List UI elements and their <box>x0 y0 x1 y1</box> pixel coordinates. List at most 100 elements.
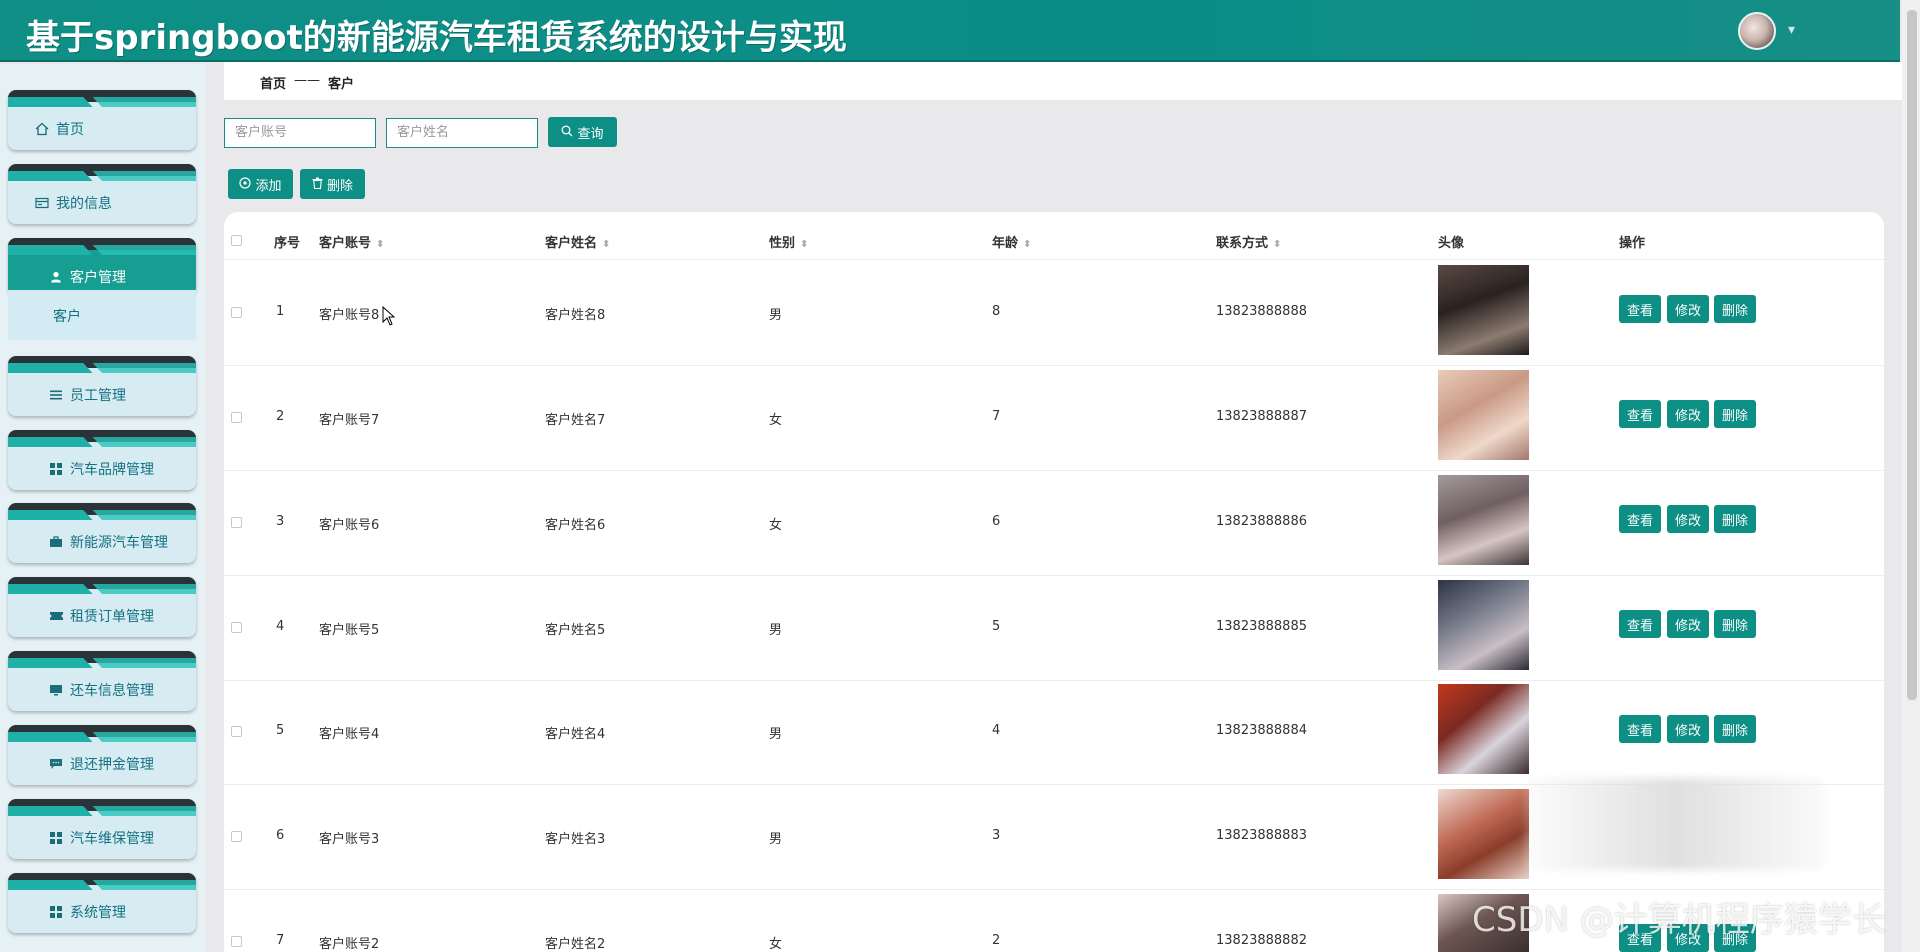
view-button[interactable]: 查看 <box>1619 505 1661 533</box>
query-button[interactable]: 查询 <box>548 117 617 147</box>
header-divider <box>224 259 1884 260</box>
list-icon <box>48 387 64 403</box>
scrollbar-thumb[interactable] <box>1907 10 1917 700</box>
row-account: 客户账号3 <box>319 832 380 847</box>
row-checkbox[interactable] <box>231 307 242 318</box>
sidebar-item-my-info[interactable]: 我的信息 <box>8 164 196 224</box>
top-header: 基于springboot的新能源汽车租赁系统的设计与实现 ▾ <box>0 0 1900 62</box>
row-avatar-image <box>1438 265 1529 355</box>
row-checkbox[interactable] <box>231 831 242 842</box>
select-all-checkbox[interactable] <box>231 235 242 246</box>
sidebar-item-label: 首页 <box>56 122 84 138</box>
row-divider <box>224 889 1884 890</box>
row-checkbox[interactable] <box>231 936 242 947</box>
row-checkbox[interactable] <box>231 517 242 528</box>
row-gender: 女 <box>769 937 783 952</box>
column-header-phone[interactable]: 联系方式 ⬍ <box>1216 232 1281 251</box>
grid-icon <box>48 904 64 920</box>
row-gender: 男 <box>769 727 783 742</box>
row-delete-button[interactable]: 删除 <box>1714 295 1756 323</box>
grid-icon <box>48 830 64 846</box>
row-checkbox[interactable] <box>231 622 242 633</box>
delete-button[interactable]: 删除 <box>300 169 365 199</box>
edit-button[interactable]: 修改 <box>1667 400 1709 428</box>
row-phone: 13823888886 <box>1216 514 1307 529</box>
chevron-down-icon[interactable]: ▾ <box>1788 22 1795 38</box>
add-button[interactable]: 添加 <box>228 169 293 199</box>
sidebar-item-car-maintenance-management[interactable]: 汽车维保管理 <box>8 799 196 859</box>
sidebar-subitem-label: 客户 <box>53 309 81 325</box>
row-account: 客户账号2 <box>319 937 380 952</box>
page-scrollbar[interactable] <box>1902 0 1920 952</box>
sidebar-item-return-info-management[interactable]: 还车信息管理 <box>8 651 196 711</box>
trash-icon <box>312 177 323 192</box>
edit-button[interactable]: 修改 <box>1667 715 1709 743</box>
grid-icon <box>48 461 64 477</box>
sidebar-item-deposit-refund-management[interactable]: 退还押金管理 <box>8 725 196 785</box>
row-avatar-image <box>1438 684 1529 774</box>
sidebar-item-label: 租赁订单管理 <box>70 609 154 625</box>
row-no: 3 <box>276 514 285 529</box>
name-search-input[interactable]: 客户姓名 <box>386 118 538 148</box>
row-phone: 13823888883 <box>1216 828 1307 843</box>
edit-button[interactable]: 修改 <box>1667 505 1709 533</box>
row-account: 客户账号6 <box>319 518 380 533</box>
sidebar-item-label: 系统管理 <box>70 905 126 921</box>
sidebar-item-label: 客户管理 <box>70 270 126 286</box>
column-header-actions: 操作 <box>1619 236 1646 251</box>
breadcrumb-separator: —— <box>294 73 320 88</box>
row-no: 2 <box>276 409 285 424</box>
sidebar-item-label: 汽车品牌管理 <box>70 462 154 478</box>
row-age: 7 <box>992 409 1001 424</box>
row-account: 客户账号4 <box>319 727 380 742</box>
sort-icon[interactable]: ⬍ <box>1023 239 1031 250</box>
column-header-gender[interactable]: 性别 ⬍ <box>769 232 808 251</box>
row-no: 4 <box>276 619 285 634</box>
row-phone: 13823888882 <box>1216 933 1307 948</box>
row-avatar-image <box>1438 580 1529 670</box>
sidebar-item-label: 员工管理 <box>70 388 126 404</box>
sidebar-item-customer-management[interactable]: 客户管理 <box>8 238 196 296</box>
row-delete-button[interactable]: 删除 <box>1714 715 1756 743</box>
row-name: 客户姓名3 <box>545 832 606 847</box>
breadcrumb-home[interactable]: 首页 <box>260 73 286 92</box>
delete-button-label: 删除 <box>326 178 353 194</box>
sidebar-subitem-customer[interactable]: 客户 <box>8 290 196 340</box>
blurred-region <box>1525 778 1825 870</box>
sidebar-item-employee-management[interactable]: 员工管理 <box>8 356 196 416</box>
sidebar-item-system-management[interactable]: 系统管理 <box>8 873 196 933</box>
row-name: 客户姓名5 <box>545 623 606 638</box>
edit-button[interactable]: 修改 <box>1667 295 1709 323</box>
row-delete-button[interactable]: 删除 <box>1714 400 1756 428</box>
row-checkbox[interactable] <box>231 412 242 423</box>
row-phone: 13823888884 <box>1216 723 1307 738</box>
view-button[interactable]: 查看 <box>1619 400 1661 428</box>
row-delete-button[interactable]: 删除 <box>1714 610 1756 638</box>
row-account: 客户账号8 <box>319 308 380 323</box>
sort-icon[interactable]: ⬍ <box>1273 239 1281 250</box>
sidebar-item-ev-management[interactable]: 新能源汽车管理 <box>8 503 196 563</box>
row-phone: 13823888885 <box>1216 619 1307 634</box>
user-menu[interactable]: ▾ <box>1738 12 1804 50</box>
avatar[interactable] <box>1738 12 1776 50</box>
view-button[interactable]: 查看 <box>1619 715 1661 743</box>
sidebar-item-car-brand-management[interactable]: 汽车品牌管理 <box>8 430 196 490</box>
sort-icon[interactable]: ⬍ <box>376 239 384 250</box>
edit-button[interactable]: 修改 <box>1667 610 1709 638</box>
account-search-input[interactable]: 客户账号 <box>224 118 376 148</box>
sidebar-item-home[interactable]: 首页 <box>8 90 196 150</box>
column-header-account[interactable]: 客户账号 ⬍ <box>319 232 384 251</box>
column-header-age[interactable]: 年龄 ⬍ <box>992 232 1031 251</box>
row-gender: 男 <box>769 832 783 847</box>
column-header-name[interactable]: 客户姓名 ⬍ <box>545 232 610 251</box>
sort-icon[interactable]: ⬍ <box>602 239 610 250</box>
view-button[interactable]: 查看 <box>1619 295 1661 323</box>
row-checkbox[interactable] <box>231 726 242 737</box>
query-button-label: 查询 <box>577 126 604 142</box>
row-delete-button[interactable]: 删除 <box>1714 505 1756 533</box>
sort-icon[interactable]: ⬍ <box>800 239 808 250</box>
search-icon <box>561 125 573 140</box>
view-button[interactable]: 查看 <box>1619 610 1661 638</box>
breadcrumb: 首页 —— 客户 <box>224 62 1902 100</box>
sidebar-item-rental-order-management[interactable]: 租赁订单管理 <box>8 577 196 637</box>
